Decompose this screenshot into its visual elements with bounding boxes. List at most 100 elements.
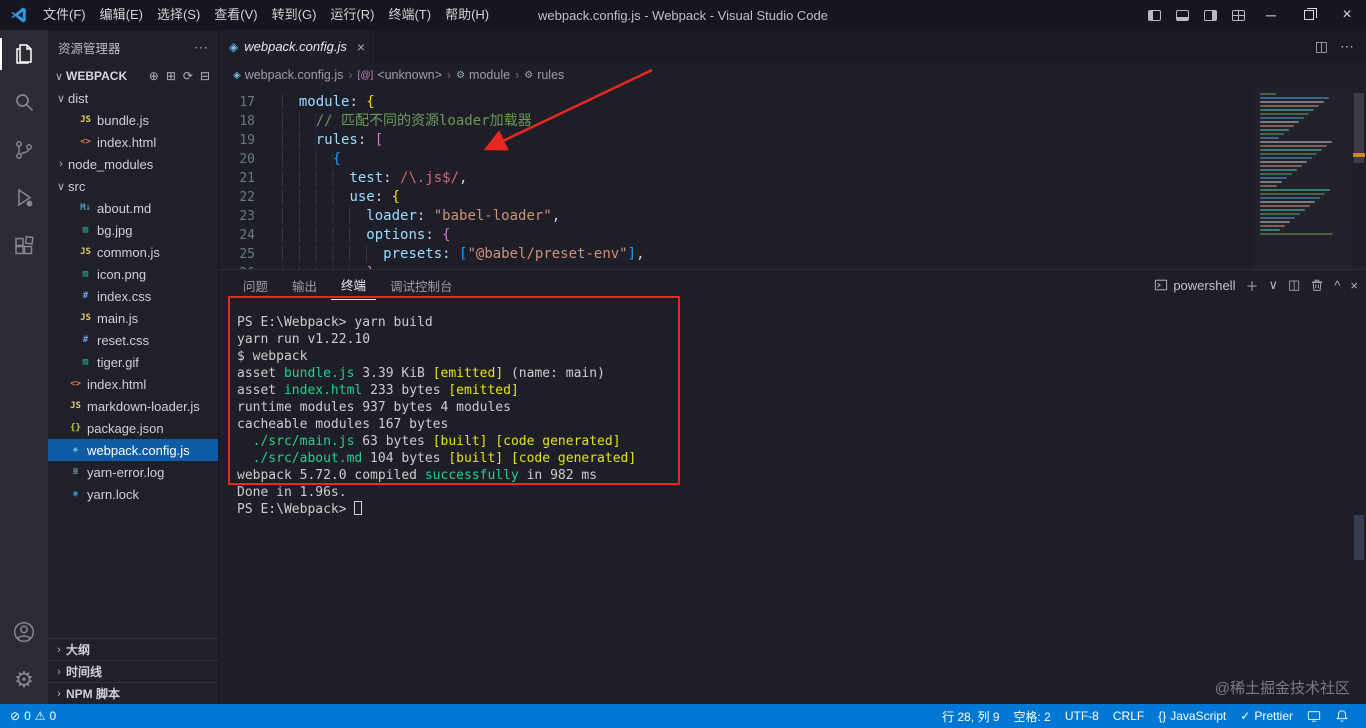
customize-layout-icon[interactable] (1224, 0, 1252, 30)
token: rules (315, 132, 358, 148)
indentation-status[interactable]: 空格: 2 (1007, 704, 1058, 728)
tree-item[interactable]: {} package.json (48, 417, 218, 439)
close-tab-icon[interactable]: × (357, 39, 365, 55)
menu-item[interactable]: 选择(S) (150, 0, 207, 30)
menu-item[interactable]: 查看(V) (207, 0, 264, 30)
problems-status[interactable]: ⊘ 0 ⚠ 0 (8, 704, 58, 728)
more-editor-actions-icon[interactable]: ⋯ (1340, 38, 1354, 55)
tree-item[interactable]: JS main.js (48, 307, 218, 329)
panel-tab[interactable]: 输出 (282, 270, 327, 300)
language-mode[interactable]: {} JavaScript (1151, 704, 1233, 728)
panel-tab[interactable]: 调试控制台 (380, 270, 463, 300)
search-icon[interactable] (0, 78, 48, 126)
tree-item[interactable]: ▨ bg.jpg (48, 219, 218, 241)
code-editor[interactable]: 17 module: {18 // 匹配不同的资源loader加载器 19 rul… (219, 87, 1366, 269)
new-folder-icon[interactable]: ⊞ (166, 69, 176, 83)
split-editor-icon[interactable]: ◫ (1315, 38, 1328, 55)
settings-gear-icon[interactable]: ⚙ (0, 656, 48, 704)
menu-item[interactable]: 文件(F) (36, 0, 93, 30)
tree-item[interactable]: ◉ yarn.lock (48, 483, 218, 505)
account-icon[interactable] (0, 608, 48, 656)
cursor-position[interactable]: 行 28, 列 9 (935, 704, 1006, 728)
webpack-icon: ◈ (229, 39, 239, 54)
chevron-down-icon: ∨ (56, 92, 66, 105)
collapse-folders-icon[interactable]: ⊟ (200, 69, 210, 83)
tree-item[interactable]: # index.css (48, 285, 218, 307)
notifications-bell-icon[interactable] (1328, 704, 1356, 728)
chevron-down-icon: ∨ (54, 70, 64, 83)
new-terminal-icon[interactable]: ＋ (1245, 276, 1258, 295)
tree-item[interactable]: › node_modules (48, 153, 218, 175)
shell-selector[interactable]: powershell (1154, 278, 1235, 293)
formatter-status[interactable]: ✓ Prettier (1233, 704, 1300, 728)
terminal-text: 3.39 KiB (354, 366, 433, 381)
terminal-text: index.html (283, 383, 363, 398)
toggle-secondary-sidebar-icon[interactable] (1196, 0, 1224, 30)
breadcrumb-item[interactable]: ◈ webpack.config.js (233, 68, 343, 82)
toggle-panel-icon[interactable] (1168, 0, 1196, 30)
file-label: package.json (87, 420, 164, 436)
tree-item[interactable]: # reset.css (48, 329, 218, 351)
encoding-status[interactable]: UTF-8 (1058, 704, 1106, 728)
breadcrumb-item[interactable]: ⚙ rules (524, 68, 564, 82)
close-panel-icon[interactable]: × (1350, 278, 1358, 293)
menu-item[interactable]: 终端(T) (381, 0, 438, 30)
chevron-right-icon: › (57, 643, 61, 656)
sidebar-bottom-sections: › 大纲 › 时间线 › NPM 脚本 (48, 638, 218, 704)
tree-item[interactable]: ∨ dist (48, 87, 218, 109)
terminal-scrollbar[interactable] (1354, 515, 1364, 560)
editor-scrollbar[interactable] (1352, 87, 1366, 269)
minimap[interactable] (1252, 87, 1352, 269)
run-debug-icon[interactable] (0, 174, 48, 222)
terminal-text: webpack 5.72.0 compiled (237, 468, 425, 483)
sidebar-section-npm-scripts[interactable]: › NPM 脚本 (48, 682, 218, 704)
cast-icon[interactable] (1300, 704, 1328, 728)
tree-item[interactable]: ▨ icon.png (48, 263, 218, 285)
workspace-section-header[interactable]: ∨ WEBPACK ⊕ ⊞ ⟳ ⊟ (48, 65, 218, 87)
tab-webpack-config[interactable]: ◈ webpack.config.js × (219, 30, 377, 63)
breadcrumb-item[interactable]: ⚙ module (456, 68, 510, 82)
js-icon: JS (80, 115, 91, 125)
terminal-output[interactable]: PS E:\Webpack> yarn build yarn run v1.22.… (219, 300, 1366, 704)
close-button[interactable]: × (1328, 0, 1366, 30)
kill-terminal-icon[interactable] (1310, 278, 1324, 292)
terminal-text: 63 bytes (354, 434, 433, 449)
tree-item[interactable]: JS common.js (48, 241, 218, 263)
refresh-icon[interactable]: ⟳ (183, 69, 193, 83)
sidebar-section-timeline[interactable]: › 时间线 (48, 660, 218, 682)
tree-item[interactable]: ∨ src (48, 175, 218, 197)
panel-tab[interactable]: 终端 (331, 270, 377, 300)
new-file-icon[interactable]: ⊕ (149, 69, 159, 83)
source-control-icon[interactable] (0, 126, 48, 174)
tree-item[interactable]: JS bundle.js (48, 109, 218, 131)
terminal-dropdown-icon[interactable]: ∨ (1268, 277, 1278, 293)
restore-button[interactable] (1290, 0, 1328, 30)
more-actions-icon[interactable]: ⋯ (194, 39, 208, 56)
menu-item[interactable]: 帮助(H) (438, 0, 496, 30)
extensions-icon[interactable] (0, 222, 48, 270)
explorer-icon[interactable] (0, 30, 48, 78)
chevron-right-icon: › (515, 68, 520, 82)
tree-item[interactable]: ◈ webpack.config.js (48, 439, 218, 461)
file-label: yarn.lock (87, 486, 140, 502)
menu-item[interactable]: 编辑(E) (93, 0, 150, 30)
terminal-text: successfully (424, 468, 519, 483)
tree-item[interactable]: JS markdown-loader.js (48, 395, 218, 417)
tree-item[interactable]: <> index.html (48, 131, 218, 153)
maximize-panel-icon[interactable]: ^ (1334, 278, 1340, 293)
menu-item[interactable]: 运行(R) (323, 0, 381, 30)
tree-item[interactable]: ▨ tiger.gif (48, 351, 218, 373)
toggle-sidebar-icon[interactable] (1140, 0, 1168, 30)
sidebar-section-outline[interactable]: › 大纲 (48, 638, 218, 660)
breadcrumb-item[interactable]: [@] <unknown> (358, 68, 442, 82)
panel-tab[interactable]: 问题 (233, 270, 278, 300)
line-number: 19 (239, 133, 255, 148)
tree-item[interactable]: M↓ about.md (48, 197, 218, 219)
eol-status[interactable]: CRLF (1106, 704, 1151, 728)
split-terminal-icon[interactable]: ◫ (1288, 277, 1300, 293)
tree-item[interactable]: ≡ yarn-error.log (48, 461, 218, 483)
menu-item[interactable]: 转到(G) (265, 0, 324, 30)
minimize-button[interactable]: ─ (1252, 0, 1290, 30)
tree-item[interactable]: <> index.html (48, 373, 218, 395)
